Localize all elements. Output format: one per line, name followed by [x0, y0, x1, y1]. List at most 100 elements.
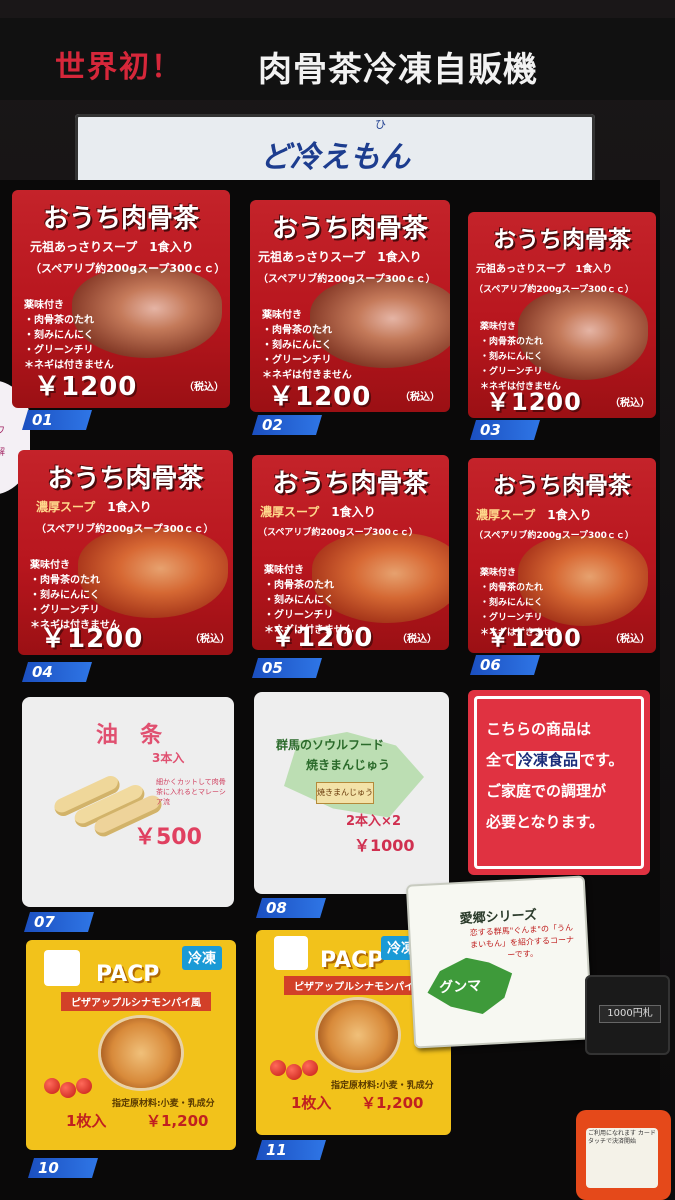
slot-number-07[interactable]: 07 [24, 912, 94, 932]
pacp-ingredients: 指定原材料:小麦・乳成分 [331, 1081, 434, 1091]
slot-number-01[interactable]: 01 [22, 410, 92, 430]
product-spec: （スペアリブ約200gスープ300ｃｃ） [258, 528, 418, 538]
condiments: 薬味付き ・肉骨茶のたれ ・刻みにんにく ・グリーンチリ ＊ネギは付きません [24, 300, 114, 371]
tomato-icon [76, 1078, 92, 1094]
logo-ruby: ひ [375, 118, 386, 131]
pacp-qty: 1枚入 [66, 1112, 107, 1130]
frozen-badge: 冷凍 [182, 946, 222, 970]
condiments: 薬味付き ・肉骨茶のたれ ・刻みにんにく ・グリーンチリ ＊ネギは付きません [262, 310, 352, 381]
soup-type: 濃厚スープ [260, 505, 320, 519]
pacp-brand: PACP [96, 962, 160, 987]
soup-qty: 1食入り [547, 508, 592, 522]
product-card-04[interactable]: おうち肉骨茶 濃厚スープ 1食入り （スペアリブ約200gスープ300ｃｃ） 薬… [18, 450, 233, 655]
bill-label: 1000円札 [599, 1005, 661, 1023]
product-title: おうち肉骨茶 [493, 473, 631, 499]
left-sign-text-1: ワ [0, 426, 6, 436]
slot-number-05[interactable]: 05 [252, 658, 322, 678]
slot-number-04[interactable]: 04 [22, 662, 92, 682]
product-price: ￥1200 [268, 382, 372, 412]
tax-note: （税込） [610, 634, 650, 645]
pizza-photo [318, 1000, 398, 1070]
pacp-qty: 1枚入 [291, 1094, 332, 1112]
product-spec: （スペアリブ約200gスープ300ｃｃ） [30, 262, 226, 275]
tax-note: （税込） [397, 634, 437, 645]
product-card-08[interactable]: 群馬のソウルフード 焼きまんじゅう 焼きまんじゅう 2本入×2 ￥1000 [254, 692, 449, 894]
product-card-07[interactable]: 油 条 3本入 細かくカットして肉骨茶に入れるとマレーシア流 ￥500 [22, 697, 234, 907]
tomato-icon [60, 1082, 76, 1098]
slot-number-10[interactable]: 10 [28, 1158, 98, 1178]
frozen-food-highlight: 冷凍食品 [516, 751, 581, 769]
soup-qty: 1食入り [331, 505, 376, 519]
pizza-photo [101, 1018, 181, 1088]
product-soup: 元祖あっさりスープ 1食入り [258, 250, 422, 264]
manju-subtitle: 群馬のソウルフード [276, 738, 385, 752]
product-price: ￥1200 [34, 372, 138, 402]
pacp-brand-logo [44, 950, 80, 986]
youtiao-desc: 細かくカットして肉骨茶に入れるとマレーシア流 [156, 778, 226, 806]
vending-machine: 世界初！ 肉骨茶冷凍自販機 ひ ど冷えもん ワ 解 おうち肉骨茶 元祖あっさりス… [0, 0, 675, 1200]
soup-qty: 1食入り [107, 500, 152, 514]
pacp-brand-logo [274, 936, 308, 970]
product-price: ￥1200 [486, 388, 582, 416]
manju-qty: 2本入×2 [346, 814, 401, 829]
manju-name: 焼きまんじゅう [306, 758, 391, 772]
left-sign-text-2: 解 [0, 448, 6, 458]
product-title: おうち肉骨茶 [271, 214, 428, 244]
product-card-02[interactable]: おうち肉骨茶 元祖あっさりスープ 1食入り （スペアリブ約200gスープ300ｃ… [250, 200, 450, 412]
slot-number-03[interactable]: 03 [470, 420, 540, 440]
product-title: おうち肉骨茶 [272, 469, 429, 499]
tomato-icon [286, 1064, 302, 1080]
header-title: 肉骨茶冷凍自販機 [258, 50, 538, 90]
notice-text: こちらの商品は 全て 冷凍食品 です。 ご家庭での調理が 必要となります。 [486, 720, 624, 831]
gunma-label: グンマ [438, 978, 482, 997]
tax-note: （税込） [400, 392, 440, 403]
tax-note: （税込） [184, 382, 224, 393]
tax-note: （税込） [190, 634, 230, 645]
manju-price: ￥1000 [354, 836, 415, 855]
product-title: おうち肉骨茶 [493, 227, 631, 253]
product-price: ￥1200 [270, 623, 374, 650]
card-reader-screen: ご利用になれます カードタッチで決済開始 [586, 1128, 658, 1188]
product-spec: （スペアリブ約200gスープ300ｃｃ） [474, 531, 634, 541]
pacp-ingredients: 指定原材料:小麦・乳成分 [112, 1099, 215, 1109]
soup-type: 濃厚スープ [476, 508, 536, 522]
product-title: おうち肉骨茶 [42, 204, 199, 234]
pacp-price: ￥1,200 [146, 1112, 209, 1130]
pacp-price: ￥1,200 [361, 1094, 424, 1112]
bill-acceptor[interactable]: 1000円札 [585, 975, 670, 1055]
product-card-03[interactable]: おうち肉骨茶 元祖あっさりスープ 1食入り （スペアリブ約200gスープ300ｃ… [468, 212, 656, 418]
product-card-10[interactable]: PACP 冷凍 ピザアップルシナモンパイ風 指定原材料:小麦・乳成分 1枚入 ￥… [26, 940, 236, 1150]
product-soup: 元祖あっさりスープ 1食入り [30, 240, 194, 254]
product-soup: 濃厚スープ 1食入り [476, 506, 592, 523]
aikyo-desc: 恋する群馬"ぐんま"の「うんまいもん」を紹介するコーナーです。 [469, 923, 575, 960]
product-spec: （スペアリブ約200gスープ300ｃｃ） [36, 524, 214, 535]
product-soup: 濃厚スープ 1食入り [260, 503, 376, 520]
product-spec: （スペアリブ約200gスープ300ｃｃ） [258, 274, 436, 285]
tomato-icon [270, 1060, 286, 1076]
frozen-notice: こちらの商品は 全て 冷凍食品 です。 ご家庭での調理が 必要となります。 [468, 690, 650, 875]
tomato-icon [44, 1078, 60, 1094]
youtiao-price: ￥500 [134, 825, 202, 850]
tomato-icon [302, 1060, 318, 1076]
pacp-subtitle: ピザアップルシナモンパイ風 [61, 992, 211, 1011]
slot-number-02[interactable]: 02 [252, 415, 322, 435]
product-price: ￥1200 [40, 624, 144, 654]
product-title: おうち肉骨茶 [47, 464, 204, 494]
product-card-01[interactable]: おうち肉骨茶 元祖あっさりスープ 1食入り （スペアリブ約200gスープ300ｃ… [12, 190, 230, 408]
product-soup: 元祖あっさりスープ 1食入り [476, 264, 613, 275]
card-reader-text: ご利用になれます カードタッチで決済開始 [588, 1130, 656, 1145]
product-card-05[interactable]: おうち肉骨茶 濃厚スープ 1食入り （スペアリブ約200gスープ300ｃｃ） 薬… [252, 455, 449, 650]
product-soup: 濃厚スープ 1食入り [36, 498, 152, 515]
youtiao-name: 油 条 [96, 723, 163, 748]
slot-number-08[interactable]: 08 [256, 898, 326, 918]
slot-number-06[interactable]: 06 [470, 655, 540, 675]
slot-number-11[interactable]: 11 [256, 1140, 326, 1160]
header-banner: 世界初！ 肉骨茶冷凍自販機 [0, 18, 675, 100]
manju-package: 焼きまんじゅう [316, 782, 374, 804]
product-card-06[interactable]: おうち肉骨茶 濃厚スープ 1食入り （スペアリブ約200gスープ300ｃｃ） 薬… [468, 458, 656, 653]
aikyo-series-card: 愛郷シリーズ 恋する群馬"ぐんま"の「うんまいもん」を紹介するコーナーです。 グ… [405, 875, 594, 1049]
card-reader[interactable]: ご利用になれます カードタッチで決済開始 [576, 1110, 671, 1200]
tax-note: （税込） [610, 398, 650, 409]
header-world-first: 世界初！ [55, 50, 183, 85]
product-price: ￥1200 [486, 624, 582, 652]
